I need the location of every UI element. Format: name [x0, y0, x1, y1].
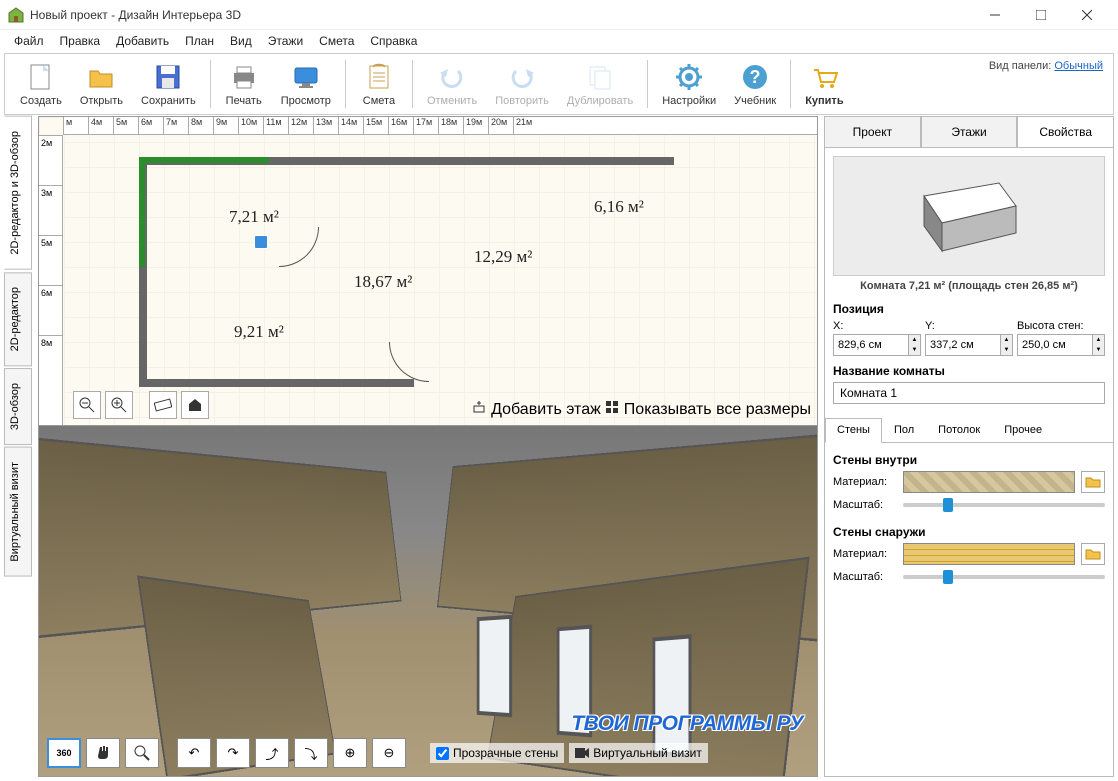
save-button[interactable]: Сохранить	[132, 58, 205, 110]
estimate-button[interactable]: Смета	[351, 58, 407, 110]
rotate-left-button[interactable]: ↶	[177, 738, 211, 768]
virtual-visit-button[interactable]: Виртуальный визит	[569, 743, 708, 763]
menu-floors[interactable]: Этажи	[260, 32, 311, 50]
print-button[interactable]: Печать	[216, 58, 272, 110]
menu-add[interactable]: Добавить	[108, 32, 177, 50]
ruler-vertical: 2м3м5м6м8м	[39, 135, 63, 425]
maximize-button[interactable]	[1018, 0, 1064, 30]
open-button[interactable]: Открыть	[71, 58, 132, 110]
preview-button[interactable]: Просмотр	[272, 58, 340, 110]
minimize-button[interactable]	[972, 0, 1018, 30]
y-input[interactable]: ▲▼	[925, 334, 1013, 356]
room-label: 9,21 м²	[234, 322, 284, 342]
toolbar: Создать Открыть Сохранить Печать Просмот…	[4, 53, 1114, 115]
room-name-input[interactable]	[833, 382, 1105, 404]
outside-scale-slider[interactable]	[903, 575, 1105, 579]
walls-inside-heading: Стены внутри	[833, 453, 1105, 467]
room-label: 18,67 м²	[354, 272, 412, 292]
tab-properties[interactable]: Свойства	[1017, 116, 1114, 147]
panel-mode-link[interactable]: Обычный	[1054, 60, 1103, 72]
subtab-walls[interactable]: Стены	[825, 418, 882, 443]
room-label: 6,16 м²	[594, 197, 644, 217]
duplicate-button: Дублировать	[558, 58, 642, 110]
tab-floors[interactable]: Этажи	[921, 116, 1018, 147]
zoom-out-button[interactable]	[73, 391, 101, 419]
vtab-3d[interactable]: 3D-обзор	[4, 368, 32, 445]
menubar: Файл Правка Добавить План Вид Этажи Смет…	[0, 30, 1118, 52]
menu-help[interactable]: Справка	[362, 32, 425, 50]
transparent-walls-checkbox[interactable]: Прозрачные стены	[430, 743, 564, 763]
menu-estimate[interactable]: Смета	[311, 32, 362, 50]
measure-button[interactable]	[149, 391, 177, 419]
vtab-2d[interactable]: 2D-редактор	[4, 272, 32, 366]
svg-text:?: ?	[750, 67, 761, 87]
wall-height-input[interactable]: ▲▼	[1017, 334, 1105, 356]
menu-view[interactable]: Вид	[222, 32, 260, 50]
pan-button[interactable]	[86, 738, 120, 768]
room-info: Комната 7,21 м² (площадь стен 26,85 м²)	[833, 280, 1105, 292]
menu-file[interactable]: Файл	[6, 32, 52, 50]
3d-view[interactable]: 360 ↶ ↷ ⤴ ⤵ ⊕ ⊖ Прозрачные стены Виртуал…	[38, 426, 818, 777]
room-label: 7,21 м²	[229, 207, 279, 227]
inside-material-swatch[interactable]	[903, 471, 1075, 493]
undo-button: Отменить	[418, 58, 486, 110]
move-handle-icon[interactable]	[254, 235, 268, 249]
inside-material-browse[interactable]	[1081, 471, 1105, 493]
ruler-horizontal: м4м5м6м7м8м9м10м11м12м13м14м15м16м17м18м…	[63, 117, 817, 135]
inside-scale-slider[interactable]	[903, 503, 1105, 507]
vertical-tabs: 2D-редактор и 3D-обзор 2D-редактор 3D-об…	[4, 116, 32, 777]
watermark: ТВОИ ПРОГРАММЫ РУ	[571, 712, 803, 736]
rotate-down-button[interactable]: ⤵	[294, 738, 328, 768]
outside-material-browse[interactable]	[1081, 543, 1105, 565]
redo-button: Повторить	[486, 58, 558, 110]
subtab-ceiling[interactable]: Потолок	[926, 418, 992, 442]
zoom-3d-button[interactable]	[125, 738, 159, 768]
room-label: 12,29 м²	[474, 247, 532, 267]
rotate-right-button[interactable]: ↷	[216, 738, 250, 768]
close-button[interactable]	[1064, 0, 1110, 30]
subtab-other[interactable]: Прочее	[992, 418, 1054, 442]
menu-plan[interactable]: План	[177, 32, 222, 50]
room-name-heading: Название комнаты	[833, 364, 1105, 378]
add-floor-button[interactable]: Добавить этаж	[472, 400, 601, 419]
create-button[interactable]: Создать	[11, 58, 71, 110]
window-title: Новый проект - Дизайн Интерьера 3D	[30, 8, 972, 22]
panel-mode: Вид панели: Обычный	[989, 60, 1103, 72]
tab-project[interactable]: Проект	[824, 116, 921, 147]
outside-material-swatch[interactable]	[903, 543, 1075, 565]
rotate-up-button[interactable]: ⤴	[255, 738, 289, 768]
zoom-in-3d-button[interactable]: ⊕	[333, 738, 367, 768]
position-heading: Позиция	[833, 302, 1105, 316]
settings-button[interactable]: Настройки	[653, 58, 725, 110]
titlebar: Новый проект - Дизайн Интерьера 3D	[0, 0, 1118, 30]
menu-edit[interactable]: Правка	[52, 32, 109, 50]
room-3d-preview	[833, 156, 1105, 276]
2d-view[interactable]: м4м5м6м7м8м9м10м11м12м13м14м15м16м17м18м…	[38, 116, 818, 426]
zoom-out-3d-button[interactable]: ⊖	[372, 738, 406, 768]
buy-button[interactable]: Купить	[796, 58, 852, 110]
walls-outside-heading: Стены снаружи	[833, 525, 1105, 539]
tutorial-button[interactable]: ?Учебник	[725, 58, 785, 110]
home-button[interactable]	[181, 391, 209, 419]
orbit-360-button[interactable]: 360	[47, 738, 81, 768]
zoom-in-button[interactable]	[105, 391, 133, 419]
vtab-2d-3d[interactable]: 2D-редактор и 3D-обзор	[4, 116, 32, 270]
properties-panel: Проект Этажи Свойства Комната 7,21 м² (п…	[824, 116, 1114, 777]
show-dimensions-button[interactable]: Показывать все размеры	[605, 400, 811, 419]
app-icon	[8, 7, 24, 23]
subtab-floor[interactable]: Пол	[882, 418, 926, 442]
vtab-virtual[interactable]: Виртуальный визит	[4, 447, 32, 577]
x-input[interactable]: ▲▼	[833, 334, 921, 356]
